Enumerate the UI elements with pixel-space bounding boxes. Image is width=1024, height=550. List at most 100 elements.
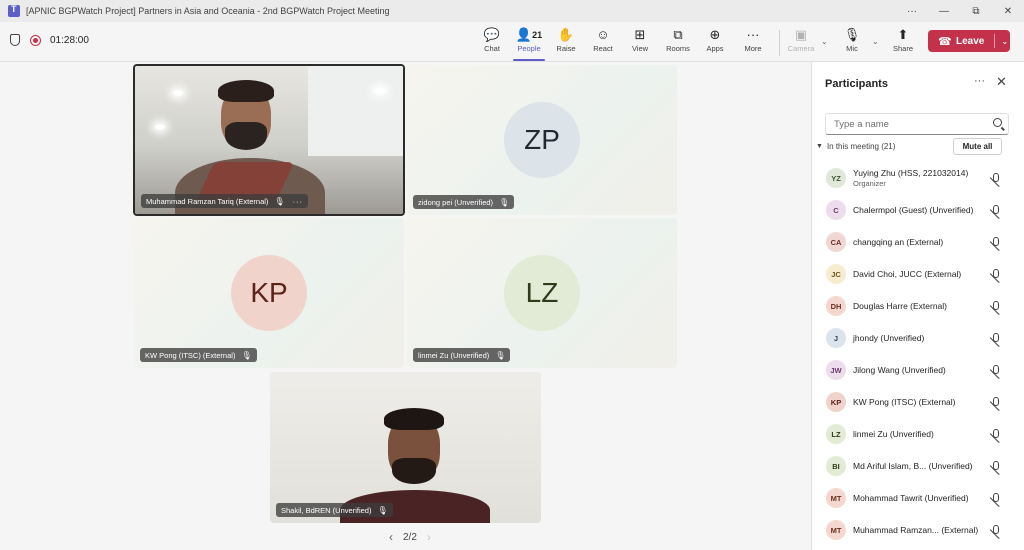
participant-row[interactable]: MT Muhammad Ramzan... (External) [812,514,1024,546]
mic-muted-icon [990,365,1000,376]
avatar: C [826,200,846,220]
mic-muted-icon: 🎙 [241,350,252,360]
participant-name: Chalermpol (Guest) (Unverified) [853,205,974,215]
participant-name: Md Ariful Islam, B... (Unverified) [853,461,973,471]
mic-muted-icon [990,205,1000,216]
participant-name: David Choi, JUCC (External) [853,269,962,279]
panel-more-icon[interactable]: ··· [974,75,985,87]
tile-more-icon[interactable]: ··· [293,197,304,206]
restore-icon[interactable]: ⧉ [960,6,992,17]
next-page-chevron-icon[interactable]: › [427,530,431,544]
mic-muted-icon [990,301,1000,312]
mute-all-button[interactable]: Mute all [953,138,1002,155]
avatar-tile-linmei-zu[interactable]: LZ linmei Zu (Unverified) 🎙 [407,218,677,368]
participant-row[interactable]: YZ Yuying Zhu (HSS, 221032014) Organizer [812,162,1024,194]
video-tile-shakil[interactable]: Shakil, BdREN (Unverified) 🎙 [270,372,541,523]
avatar: JC [826,264,846,284]
participant-name-tag: zidong pei (Unverified) 🎙 [413,195,515,209]
avatar-tile-zidong-pei[interactable]: ZP zidong pei (Unverified) 🎙 [407,65,677,215]
mic-muted-icon [990,429,1000,440]
camera-options-chevron-icon[interactable]: ⌄ [821,37,828,46]
mic-muted-icon: 🎙 [499,197,510,207]
participant-row[interactable]: CA changqing an (External) [812,226,1024,258]
raise-hand-button[interactable]: ✋ Raise [548,26,584,58]
rooms-button[interactable]: ⧉ Rooms [660,26,696,58]
participant-name-tag: linmei Zu (Unverified) 🎙 [413,348,511,362]
mic-button[interactable]: 🎙 Mic [834,26,870,58]
mic-muted-icon: 🎙 [377,505,388,515]
avatar: JW [826,360,846,380]
video-tile-muhammad-ramzan[interactable]: Muhammad Ramzan Tariq (External) 🎙 ··· [133,64,405,216]
participant-name: changqing an (External) [853,237,944,247]
participant-row[interactable]: C Chalermpol (Guest) (Unverified) [812,194,1024,226]
react-button[interactable]: ☺ React [585,26,621,58]
participant-name-tag: Shakil, BdREN (Unverified) 🎙 [276,503,393,517]
participant-name: linmei Zu (Unverified) [853,429,934,439]
participant-row[interactable]: LZ linmei Zu (Unverified) [812,418,1024,450]
participant-name-tag: KW Pong (ITSC) (External) 🎙 [140,348,257,362]
participant-name: Douglas Harre (External) [853,301,948,311]
avatar: J [826,328,846,348]
mic-muted-icon [990,237,1000,248]
avatar: KP [826,392,846,412]
mic-muted-icon [990,333,1000,344]
chat-button[interactable]: 💬 Chat [474,26,510,58]
participants-panel: Participants ··· ✕ Type a name ▼ In this… [811,62,1024,550]
participant-row[interactable]: J jhondy (Unverified) [812,322,1024,354]
security-shield-icon[interactable] [10,34,20,46]
close-window-icon[interactable]: ✕ [992,6,1024,17]
participant-row[interactable]: DH Douglas Harre (External) [812,290,1024,322]
leave-options-chevron-icon[interactable]: ⌄ [1001,37,1008,46]
previous-page-chevron-icon[interactable]: ‹ [389,530,393,544]
apps-button[interactable]: ⊕ Apps [697,26,733,58]
participant-name: Yuying Zhu (HSS, 221032014) [853,168,969,178]
recording-icon [30,34,41,46]
chat-icon: 💬 [483,27,501,42]
in-meeting-section-header[interactable]: ▼ In this meeting (21) [816,142,895,151]
participant-name: jhondy (Unverified) [853,333,925,343]
avatar: CA [826,232,846,252]
view-icon: ⊞ [634,27,646,42]
mic-muted-icon [990,269,1000,280]
more-button[interactable]: ··· More [735,26,771,58]
mic-muted-icon [990,525,1000,536]
rooms-icon: ⧉ [673,27,683,42]
mic-off-icon: 🎙 [843,27,861,42]
view-button[interactable]: ⊞ View [622,26,658,58]
mic-muted-icon [990,493,1000,504]
participant-row[interactable]: MT Mohammad Tawrit (Unverified) [812,482,1024,514]
react-icon: ☺ [596,27,610,42]
leave-button[interactable]: ☎ Leave ⌄ [928,30,1010,52]
avatar: DH [826,296,846,316]
mic-muted-icon [990,461,1000,472]
participant-row[interactable]: KP KW Pong (ITSC) (External) [812,386,1024,418]
camera-button[interactable]: ▣ Camera [783,26,819,58]
apps-icon: ⊕ [709,27,721,42]
participant-search-input[interactable]: Type a name [825,113,1009,135]
participant-row[interactable]: BI Md Ariful Islam, B... (Unverified) [812,450,1024,482]
avatar: MT [826,488,846,508]
mic-muted-icon: 🎙 [274,196,285,206]
share-icon: ⬆ [897,27,909,42]
participant-name: Mohammad Tawrit (Unverified) [853,493,969,503]
page-indicator: 2/2 [403,531,417,543]
share-button[interactable]: ⬆ Share [885,26,921,58]
avatar: MT [826,520,846,540]
avatar-tile-kw-pong[interactable]: KP KW Pong (ITSC) (External) 🎙 [134,218,404,368]
minimize-icon[interactable]: — [928,6,960,17]
window-title: [APNIC BGPWatch Project] Partners in Asi… [26,6,390,16]
mic-muted-icon: 🎙 [495,350,506,360]
participant-row[interactable]: JW Jilong Wang (Unverified) [812,354,1024,386]
participant-name-tag: Muhammad Ramzan Tariq (External) 🎙 ··· [141,194,309,208]
camera-off-icon: ▣ [794,27,808,42]
more-icon: ··· [746,27,760,42]
mic-options-chevron-icon[interactable]: ⌄ [872,37,879,46]
participant-row[interactable]: JC David Choi, JUCC (External) [812,258,1024,290]
search-icon[interactable] [993,118,1002,127]
window-titlebar: [APNIC BGPWatch Project] Partners in Asi… [0,0,1024,22]
window-more-icon[interactable]: ··· [896,6,928,17]
people-button[interactable]: 👤21 People [511,26,547,61]
gallery-pager: ‹ 2/2 › [384,530,436,544]
meeting-timer: 01:28:00 [50,34,89,46]
panel-close-icon[interactable]: ✕ [996,74,1007,90]
